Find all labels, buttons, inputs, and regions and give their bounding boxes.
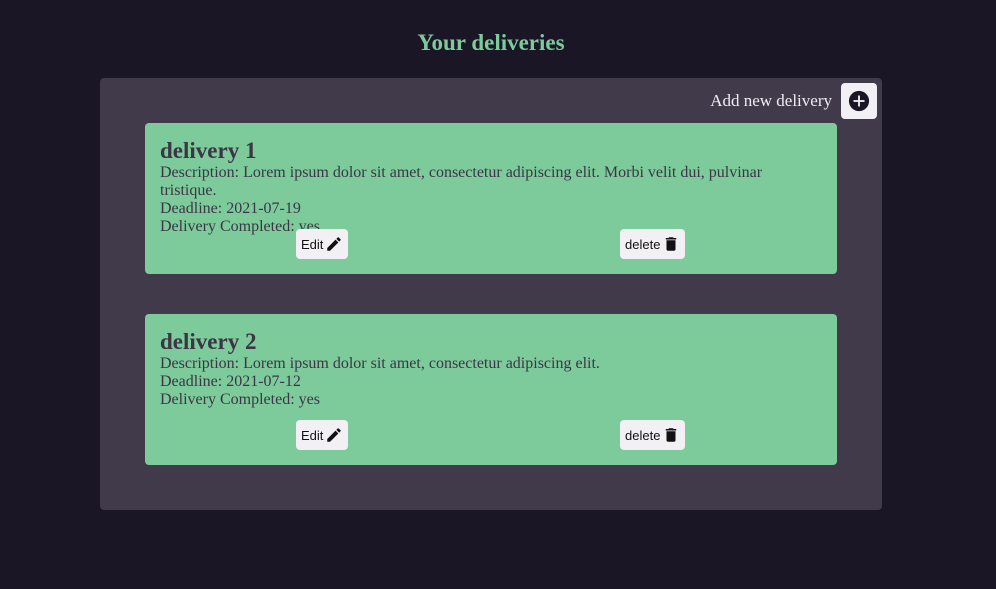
add-delivery-button[interactable] (841, 83, 877, 119)
delivery-deadline: Deadline: 2021-07-19 (160, 200, 301, 217)
delivery-title: delivery 1 (160, 138, 257, 163)
plus-circle-icon (848, 90, 870, 112)
delete-button-label: delete (625, 427, 661, 443)
edit-button-label: Edit (301, 236, 324, 252)
delete-button[interactable]: delete (620, 229, 686, 259)
delivery-description: Description: Lorem ipsum dolor sit amet,… (160, 355, 600, 372)
add-delivery-row: Add new delivery (710, 83, 877, 119)
delivery-card: delivery 1 Description: Lorem ipsum dolo… (145, 123, 837, 274)
edit-button-label: Edit (301, 427, 324, 443)
delete-button[interactable]: delete (620, 420, 686, 450)
trash-icon (666, 237, 677, 251)
delivery-description: Description: Lorem ipsum dolor sit amet,… (160, 164, 763, 199)
page-title: Your deliveries (417, 30, 565, 55)
trash-icon (666, 428, 677, 442)
delivery-completed: Delivery Completed: yes (160, 391, 320, 408)
delivery-completed: Delivery Completed: yes (160, 218, 320, 235)
edit-button[interactable]: Edit (296, 420, 349, 450)
delivery-deadline: Deadline: 2021-07-12 (160, 373, 301, 390)
pencil-icon (327, 428, 342, 442)
delete-button-label: delete (625, 236, 661, 252)
delivery-card: delivery 2 Description: Lorem ipsum dolo… (145, 314, 837, 465)
deliveries-panel: Add new delivery delivery 1 Description:… (100, 78, 882, 510)
pencil-icon (327, 237, 342, 251)
delivery-title: delivery 2 (160, 329, 257, 354)
edit-button[interactable]: Edit (296, 229, 349, 259)
add-delivery-label: Add new delivery (710, 91, 832, 110)
